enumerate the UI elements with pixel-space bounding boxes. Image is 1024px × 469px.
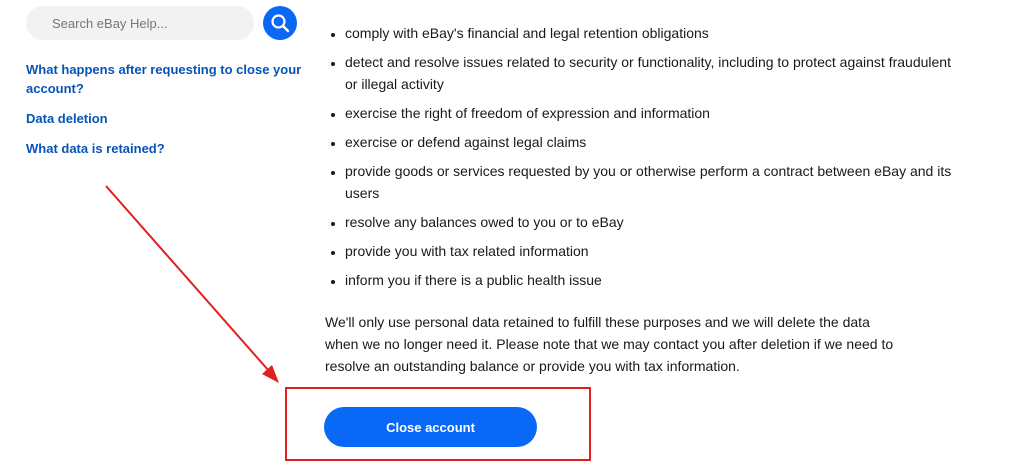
- close-account-button[interactable]: Close account: [324, 407, 537, 447]
- list-item: resolve any balances owed to you or to e…: [345, 211, 965, 233]
- search-button[interactable]: [263, 6, 297, 40]
- list-item: exercise or defend against legal claims: [345, 131, 965, 153]
- help-page: What happens after requesting to close y…: [0, 0, 1024, 469]
- sidebar-link-data-deletion[interactable]: Data deletion: [26, 109, 108, 128]
- retention-note: We'll only use personal data retained to…: [325, 314, 894, 374]
- list-item: provide goods or services requested by y…: [345, 160, 965, 204]
- sidebar-link-close-account-after[interactable]: What happens after requesting to close y…: [26, 60, 306, 98]
- retention-purposes-list: comply with eBay's financial and legal r…: [325, 22, 965, 298]
- search-input[interactable]: [26, 6, 226, 40]
- sidebar-link-data-retained[interactable]: What data is retained?: [26, 139, 165, 158]
- search-box: [26, 6, 254, 40]
- sidebar-links: What happens after requesting to close y…: [26, 60, 306, 169]
- list-item: detect and resolve issues related to sec…: [345, 51, 965, 95]
- list-item: inform you if there is a public health i…: [345, 269, 965, 291]
- list-item: comply with eBay's financial and legal r…: [345, 22, 965, 44]
- list-item: exercise the right of freedom of express…: [345, 102, 965, 124]
- search-icon: [270, 13, 290, 33]
- list-item: provide you with tax related information: [345, 240, 965, 262]
